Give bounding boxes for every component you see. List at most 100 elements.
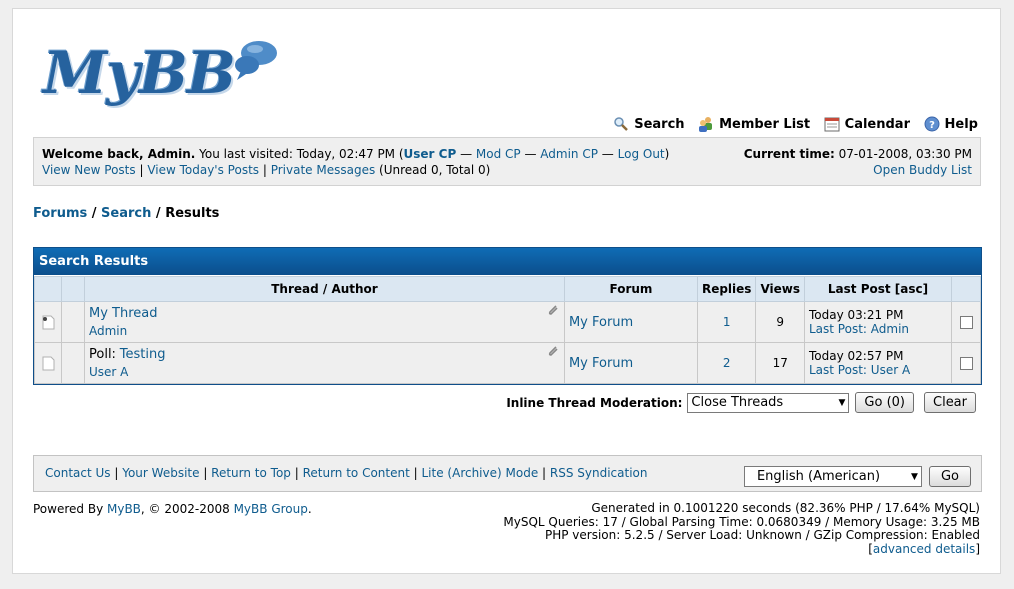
debug-line-advanced: [advanced details] (868, 541, 980, 556)
last-post-header[interactable]: Last Post [asc] (804, 276, 952, 302)
separator: | (135, 163, 148, 177)
poll-prefix: Poll: (89, 347, 116, 362)
view-todays-posts-link[interactable]: View Today's Posts (147, 163, 259, 177)
breadcrumb-sep: / (151, 206, 166, 221)
replies-link[interactable]: 1 (723, 315, 731, 329)
language-selected-option: English (American) (756, 469, 881, 484)
separator: | (259, 163, 271, 177)
separator: — (597, 147, 618, 161)
language-go-button[interactable]: Go (928, 466, 971, 487)
replies-link[interactable]: 2 (723, 356, 731, 370)
language-select[interactable]: English (American) ▼ (743, 466, 922, 487)
select-thread-checkbox[interactable] (959, 357, 973, 370)
footer-link-rss[interactable]: RSS Syndication (550, 466, 648, 480)
last-post-user-link[interactable]: Admin (871, 322, 909, 336)
last-post-time: Today 02:57 PM (809, 349, 904, 363)
icon2-column-header (61, 276, 85, 302)
forum-link[interactable]: My Forum (569, 356, 633, 371)
language-selector: English (American) ▼ Go (743, 466, 971, 487)
welcome-panel: Welcome back, Admin. You last visited: T… (33, 137, 981, 186)
menu-help[interactable]: ? Help (924, 116, 978, 132)
advanced-details-link[interactable]: advanced details (873, 542, 975, 556)
dropdown-arrow-icon: ▼ (838, 397, 846, 408)
last-post-cell: Today 02:57 PM Last Post: User A (804, 342, 952, 384)
last-visit-text: You last visited: Today, 02:47 PM ( (195, 147, 404, 161)
menu-search[interactable]: Search (613, 116, 685, 132)
forum-link[interactable]: My Forum (569, 315, 633, 330)
thread-title-link[interactable]: Testing (120, 347, 166, 362)
top-menu: Search Member List Calendar ? Help (604, 116, 978, 136)
footer-links: Contact Us | Your Website | Return to To… (45, 466, 648, 480)
menu-calendar-label: Calendar (844, 116, 910, 132)
footer-link-return-to-content[interactable]: Return to Content (303, 466, 410, 480)
select-thread-checkbox[interactable] (959, 316, 973, 329)
welcome-text: Welcome back, Admin. (42, 147, 196, 161)
last-post-link[interactable]: Last Post: (809, 322, 867, 336)
footer-link-lite-mode[interactable]: Lite (Archive) Mode (422, 466, 539, 480)
copyright-text: , © 2002-2008 (140, 502, 234, 516)
footer-link-return-to-top[interactable]: Return to Top (211, 466, 291, 480)
last-post-link[interactable]: Last Post: (809, 363, 867, 377)
table-row: My Thread Admin My Forum 1 9 Today 03:21… (34, 301, 981, 343)
breadcrumb-results: Results (165, 206, 220, 221)
debug-line-generated: Generated in 0.1001220 seconds (82.36% P… (591, 501, 980, 515)
thread-title-link[interactable]: My Thread (89, 306, 158, 321)
page-container: MyBB Search Member List Calendar ? Help … (12, 8, 1001, 574)
thread-author-link[interactable]: User A (89, 365, 560, 379)
thread-status-cell (34, 342, 62, 384)
thread-cell: My Thread Admin (84, 301, 565, 343)
search-results-header: Search Results (34, 248, 981, 276)
mybb-group-link[interactable]: MyBB Group (234, 502, 308, 516)
breadcrumb-forums[interactable]: Forums (33, 206, 87, 221)
mybb-link[interactable]: MyBB (107, 502, 141, 516)
icon-column-header (34, 276, 62, 302)
current-time-label: Current time: (743, 147, 835, 161)
last-post-user-link[interactable]: User A (871, 363, 910, 377)
menu-calendar[interactable]: Calendar (824, 116, 910, 132)
footer-link-contact-us[interactable]: Contact Us (45, 466, 111, 480)
speech-bubble-icon (235, 41, 277, 80)
views-cell: 9 (755, 301, 805, 343)
views-cell: 17 (755, 342, 805, 384)
thread-author-header[interactable]: Thread / Author (84, 276, 565, 302)
powered-prefix: Powered By (33, 502, 107, 516)
log-out-link[interactable]: Log Out (618, 147, 665, 161)
replies-header[interactable]: Replies (696, 276, 757, 302)
pm-counts: (Unread 0, Total 0) (375, 163, 491, 177)
admin-cp-link[interactable]: Admin CP (540, 147, 598, 161)
search-icon (614, 117, 629, 131)
user-cp-link[interactable]: User CP (404, 147, 457, 161)
breadcrumb-search[interactable]: Search (101, 206, 151, 221)
debug-line-php: PHP version: 5.2.5 / Server Load: Unknow… (544, 528, 980, 542)
footer-bar: Contact Us | Your Website | Return to To… (33, 455, 982, 492)
views-header[interactable]: Views (755, 276, 805, 302)
moderation-action-select[interactable]: Close Threads ▼ (687, 392, 850, 413)
mybb-logo[interactable]: MyBB (41, 39, 281, 117)
open-buddy-list-link[interactable]: Open Buddy List (873, 163, 972, 177)
thread-cell: Poll: Testing User A (84, 342, 565, 384)
moderation-go-button[interactable]: Go (0) (855, 392, 914, 413)
powered-by: Powered By MyBB, © 2002-2008 MyBB Group. (33, 502, 312, 516)
logo-text: MyBB (43, 39, 236, 107)
footer-link-your-website[interactable]: Your Website (122, 466, 199, 480)
private-messages-link[interactable]: Private Messages (271, 163, 376, 177)
breadcrumb: Forums / Search / Results (33, 206, 219, 221)
moderation-clear-button[interactable]: Clear (924, 392, 976, 413)
menu-member-list[interactable]: Member List (698, 116, 810, 132)
breadcrumb-sep: / (87, 206, 102, 221)
views-count: 9 (776, 315, 785, 329)
help-icon: ? (924, 116, 940, 132)
table-row: Poll: Testing User A My Forum 2 17 Today… (34, 342, 981, 384)
menu-member-list-label: Member List (719, 116, 811, 132)
quick-links-line: View New Posts | View Today's Posts | Pr… (42, 163, 490, 177)
separator: — (520, 147, 541, 161)
svg-text:?: ? (929, 120, 935, 131)
mod-cp-link[interactable]: Mod CP (476, 147, 521, 161)
forum-header[interactable]: Forum (563, 276, 698, 302)
menu-search-label: Search (634, 116, 685, 132)
members-icon (699, 117, 713, 132)
thread-author-link[interactable]: Admin (89, 324, 560, 338)
current-time: Current time: 07-01-2008, 03:30 PM (744, 147, 972, 161)
calendar-icon (824, 117, 840, 132)
view-new-posts-link[interactable]: View New Posts (42, 163, 136, 177)
